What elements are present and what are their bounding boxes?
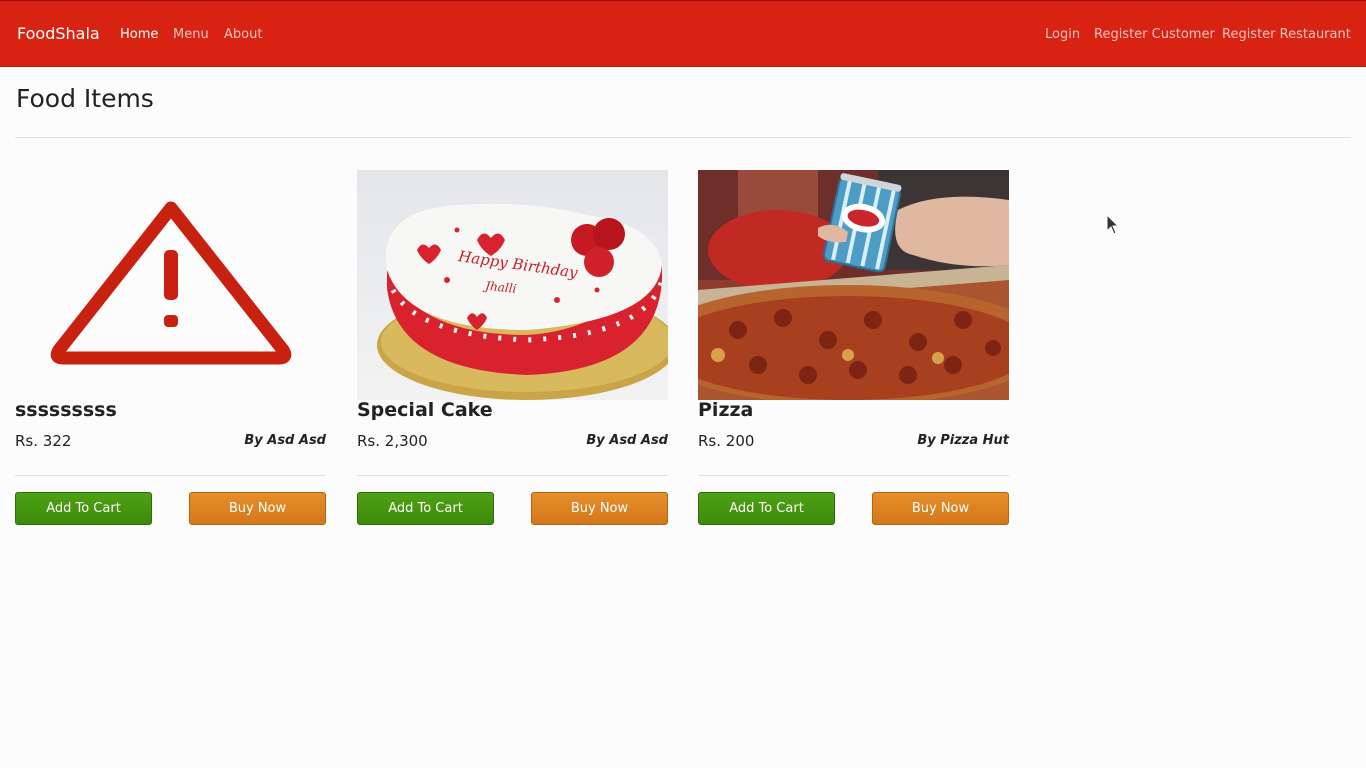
title-divider	[15, 137, 1351, 138]
add-to-cart-button[interactable]: Add To Cart	[15, 492, 152, 525]
food-name: Special Cake	[357, 399, 493, 421]
page-title: Food Items	[16, 84, 154, 113]
food-card: sssssssss Rs. 322 By Asd Asd Add To Cart…	[15, 170, 327, 530]
mouse-cursor-icon	[1106, 214, 1120, 235]
buy-now-button[interactable]: Buy Now	[872, 492, 1009, 525]
food-price: Rs. 322	[15, 432, 72, 450]
nav-link-register-customer[interactable]: Register Customer	[1094, 27, 1215, 42]
nav-link-menu[interactable]: Menu	[173, 27, 209, 42]
food-restaurant: By Asd Asd	[586, 433, 668, 448]
buy-now-button[interactable]: Buy Now	[531, 492, 668, 525]
nav-link-login[interactable]: Login	[1045, 27, 1080, 42]
food-price: Rs. 2,300	[357, 432, 428, 450]
food-restaurant: By Asd Asd	[244, 433, 326, 448]
add-to-cart-button[interactable]: Add To Cart	[357, 492, 494, 525]
card-divider	[15, 475, 326, 476]
nav-link-register-restaurant[interactable]: Register Restaurant	[1222, 27, 1351, 42]
navbar: FoodShala Home Menu About Login Register…	[0, 0, 1366, 67]
nav-link-about[interactable]: About	[224, 27, 262, 42]
warning-triangle-icon	[15, 170, 326, 400]
food-image	[15, 170, 326, 400]
birthday-cake-photo: Happy Birthday Jhalli	[357, 170, 668, 400]
food-restaurant: By Pizza Hut	[917, 433, 1009, 448]
pizza-and-soda-photo	[698, 170, 1009, 400]
brand-link[interactable]: FoodShala	[17, 24, 100, 43]
nav-link-home[interactable]: Home	[120, 27, 158, 42]
food-card: Happy Birthday Jhalli Special Cake Rs. 2…	[357, 170, 669, 530]
food-name: sssssssss	[15, 399, 117, 421]
food-name: Pizza	[698, 399, 754, 421]
add-to-cart-button[interactable]: Add To Cart	[698, 492, 835, 525]
food-image	[698, 170, 1009, 400]
food-price: Rs. 200	[698, 432, 755, 450]
card-divider	[357, 475, 668, 476]
food-image: Happy Birthday Jhalli	[357, 170, 668, 400]
food-card: Pizza Rs. 200 By Pizza Hut Add To Cart B…	[698, 170, 1010, 530]
card-divider	[698, 475, 1009, 476]
buy-now-button[interactable]: Buy Now	[189, 492, 326, 525]
